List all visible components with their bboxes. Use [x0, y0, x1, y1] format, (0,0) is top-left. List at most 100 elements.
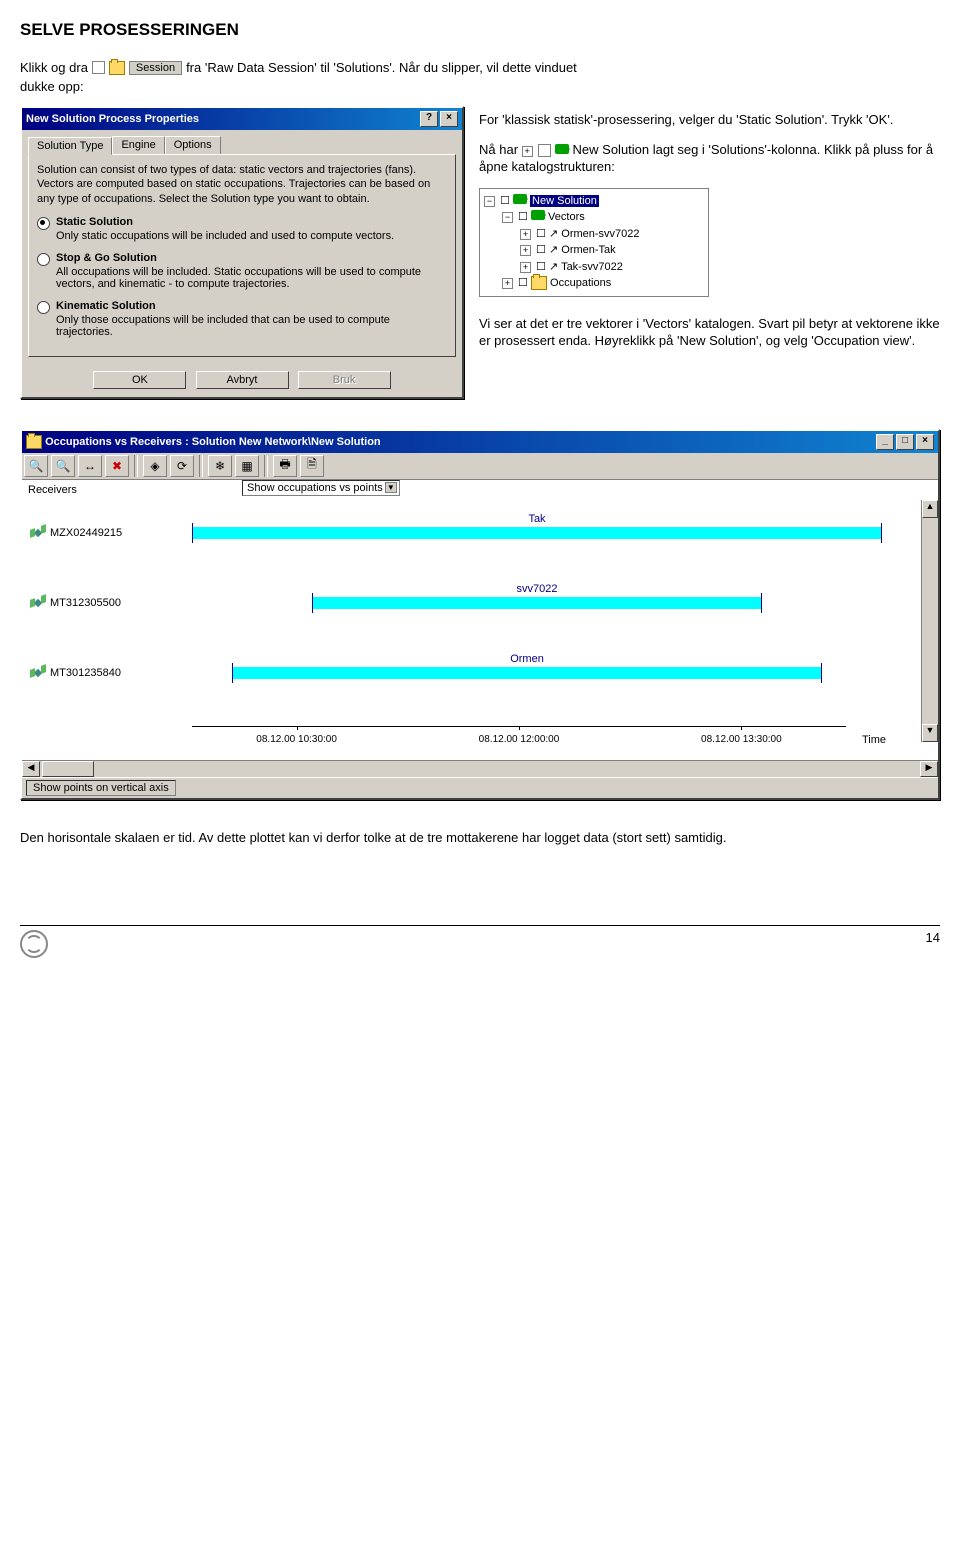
time-axis-label: Time	[862, 734, 886, 746]
tree-minus-icon[interactable]: −	[484, 196, 495, 207]
receiver-lane: MT312305500 svv7022	[22, 568, 922, 638]
tree-vector-item[interactable]: Ormen-Tak	[561, 244, 615, 256]
page-number: 14	[926, 930, 940, 958]
tree-vector-item[interactable]: Tak-svv7022	[561, 261, 623, 273]
vertical-scrollbar[interactable]: ▲ ▼	[921, 500, 938, 742]
vector-arrow-icon: ↗	[549, 244, 558, 256]
occupation-label: Tak	[528, 513, 545, 525]
receiver-name: MZX02449215	[50, 527, 122, 539]
occupation-bar-ormen[interactable]: Ormen	[232, 667, 822, 679]
tree-occupations[interactable]: Occupations	[550, 277, 611, 289]
tree-plus-icon[interactable]: +	[520, 229, 531, 240]
occupations-title: Occupations vs Receivers : Solution New …	[45, 436, 381, 448]
bottom-paragraph: Den horisontale skalaen er tid. Av dette…	[20, 830, 940, 845]
occupations-titlebar[interactable]: Occupations vs Receivers : Solution New …	[22, 431, 938, 453]
tree-vector-item[interactable]: Ormen-svv7022	[561, 228, 639, 240]
intro-text-2: dukke opp:	[20, 79, 940, 94]
folder-icon	[109, 61, 125, 75]
radio-static-solution[interactable]	[37, 217, 50, 230]
option-kinematic-desc: Only those occupations will be included …	[56, 314, 447, 338]
grid-icon[interactable]: ▦	[235, 455, 259, 477]
option-static-label: Static Solution	[56, 216, 394, 228]
preview-icon[interactable]: 🗎	[300, 455, 324, 477]
scroll-up-icon[interactable]: ▲	[922, 500, 938, 518]
delete-icon[interactable]: ✖	[105, 455, 129, 477]
center-icon[interactable]: ◈	[143, 455, 167, 477]
window-icon	[26, 435, 42, 449]
page-heading: SELVE PROSESSERINGEN	[20, 20, 940, 40]
refresh-icon[interactable]: ⟳	[170, 455, 194, 477]
ok-button[interactable]: OK	[93, 371, 186, 389]
session-label: Session	[129, 61, 182, 75]
dialog-description: Solution can consist of two types of dat…	[37, 163, 447, 206]
apply-button[interactable]: Bruk	[298, 371, 391, 389]
right-paragraph-3: Vi ser at det er tre vektorer i 'Vectors…	[479, 315, 940, 350]
receiver-name: MT312305500	[50, 597, 121, 609]
occupation-bar-svv7022[interactable]: svv7022	[312, 597, 762, 609]
option-kinematic-label: Kinematic Solution	[56, 300, 447, 312]
new-solution-icon	[555, 144, 569, 154]
minimize-button[interactable]: _	[876, 434, 894, 450]
new-solution-icon	[513, 194, 527, 204]
occupations-window: Occupations vs Receivers : Solution New …	[20, 429, 940, 800]
folder-icon	[531, 276, 547, 290]
close-button[interactable]: ×	[916, 434, 934, 450]
new-solution-label: New Solution	[573, 142, 650, 157]
scroll-left-icon[interactable]: ◀	[22, 761, 40, 777]
tree-plus-icon[interactable]: +	[520, 245, 531, 256]
radio-stopgo-solution[interactable]	[37, 253, 50, 266]
view-mode-dropdown[interactable]: Show occupations vs points	[242, 480, 400, 496]
radio-kinematic-solution[interactable]	[37, 301, 50, 314]
tree-vectors[interactable]: Vectors	[548, 211, 585, 223]
tab-engine[interactable]: Engine	[112, 136, 164, 154]
receiver-icon	[30, 595, 46, 611]
status-text: Show points on vertical axis	[26, 780, 176, 796]
occupation-label: Ormen	[510, 653, 544, 665]
checkbox-icon	[92, 61, 105, 74]
scroll-thumb[interactable]	[42, 761, 94, 777]
option-stopgo-desc: All occupations will be included. Static…	[56, 266, 447, 290]
checkbox-icon	[538, 144, 551, 157]
time-tick: 08.12.00 12:00:00	[479, 734, 560, 745]
right-paragraph-2a: Nå har	[479, 142, 518, 157]
receiver-name: MT301235840	[50, 667, 121, 679]
right-paragraph-1: For 'klassisk statisk'-prosessering, vel…	[479, 111, 940, 129]
intro-text-1b: fra 'Raw Data Session' til 'Solutions'. …	[186, 60, 577, 75]
time-tick: 08.12.00 10:30:00	[256, 734, 337, 745]
receiver-lane: MT301235840 Ormen	[22, 638, 922, 708]
scroll-down-icon[interactable]: ▼	[922, 724, 938, 742]
receiver-lane: MZX02449215 Tak	[22, 498, 922, 568]
time-axis: 08.12.00 10:30:00 08.12.00 12:00:00 08.1…	[22, 726, 906, 756]
scroll-right-icon[interactable]: ▶	[920, 761, 938, 777]
zoom-out-icon[interactable]: 🔍	[51, 455, 75, 477]
receivers-axis-label: Receivers	[28, 484, 77, 496]
occupations-chart: Receivers Show occupations vs points MZX…	[22, 480, 938, 760]
zoom-horizontal-icon[interactable]: ↔	[78, 455, 102, 477]
tree-plus-icon[interactable]: +	[502, 278, 513, 289]
print-icon[interactable]: 🖶	[273, 455, 297, 477]
freeze-icon[interactable]: ❄	[208, 455, 232, 477]
tree-minus-icon[interactable]: −	[502, 212, 513, 223]
option-static-desc: Only static occupations will be included…	[56, 230, 394, 242]
close-button[interactable]: ×	[440, 111, 458, 127]
receiver-icon	[30, 525, 46, 541]
maximize-button[interactable]: □	[896, 434, 914, 450]
tab-options[interactable]: Options	[165, 136, 221, 154]
plus-icon: +	[522, 146, 533, 157]
option-stopgo-label: Stop & Go Solution	[56, 252, 447, 264]
dialog-titlebar[interactable]: New Solution Process Properties ? ×	[22, 108, 462, 130]
cancel-button[interactable]: Avbryt	[196, 371, 289, 389]
occupation-label: svv7022	[517, 583, 558, 595]
footer-logo-icon	[20, 930, 48, 958]
tree-root[interactable]: New Solution	[530, 195, 599, 207]
horizontal-scrollbar[interactable]: ◀ ▶	[22, 760, 938, 777]
vector-arrow-icon: ↗	[549, 261, 558, 273]
solution-tree[interactable]: − ☐ New Solution − ☐ Vectors + ☐ ↗ Ormen…	[479, 188, 709, 297]
zoom-in-icon[interactable]: 🔍	[24, 455, 48, 477]
tab-solution-type[interactable]: Solution Type	[28, 137, 112, 155]
vector-arrow-icon: ↗	[549, 228, 558, 240]
tree-plus-icon[interactable]: +	[520, 262, 531, 273]
occupation-bar-tak[interactable]: Tak	[192, 527, 882, 539]
help-button[interactable]: ?	[420, 111, 438, 127]
dialog-title: New Solution Process Properties	[26, 113, 199, 125]
